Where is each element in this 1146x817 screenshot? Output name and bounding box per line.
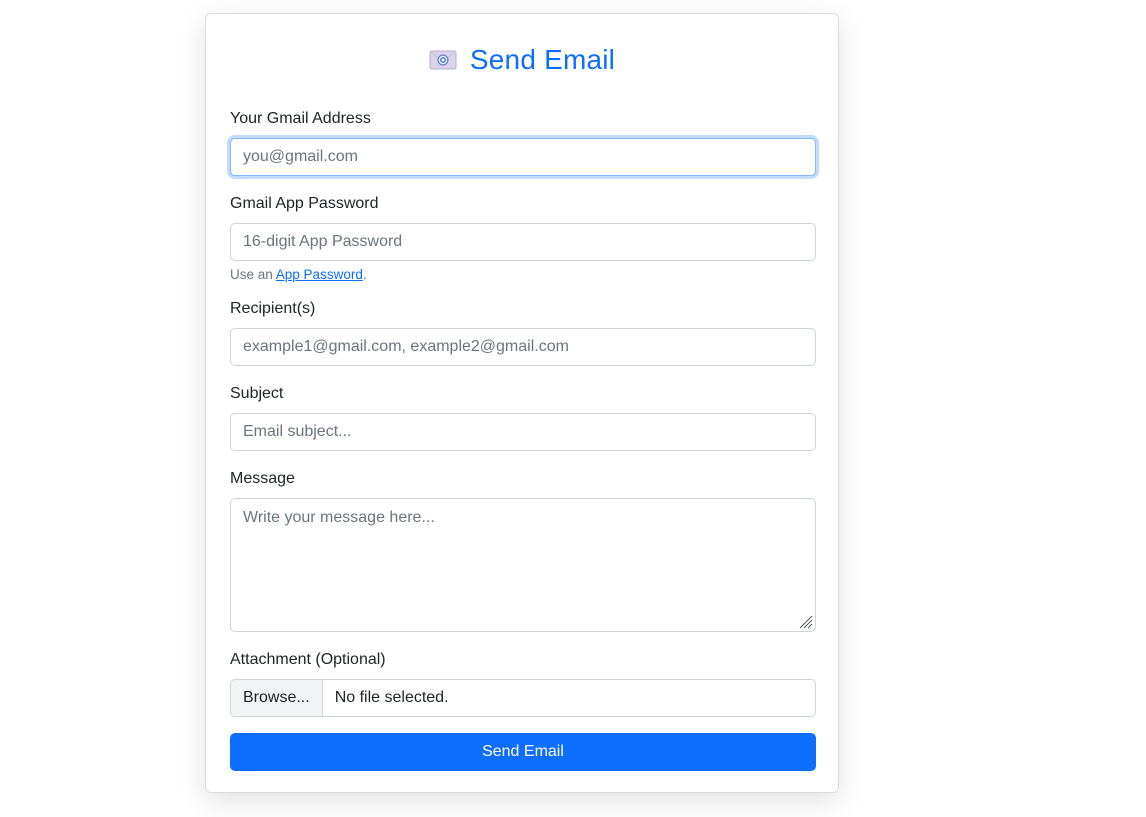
- message-wrapper: [230, 498, 816, 632]
- recipients-input[interactable]: [230, 328, 816, 366]
- send-email-card: Send Email Your Gmail Address Gmail App …: [205, 13, 839, 793]
- send-email-button[interactable]: Send Email: [230, 733, 816, 771]
- envelope-icon: [429, 49, 457, 71]
- help-prefix: Use an: [230, 267, 276, 282]
- message-textarea[interactable]: [230, 498, 816, 632]
- recipients-label: Recipient(s): [230, 300, 316, 317]
- app-password-link[interactable]: App Password: [276, 267, 363, 282]
- page-header: Send Email: [230, 41, 814, 79]
- resize-handle-icon[interactable]: [797, 613, 813, 629]
- password-field-group: Gmail App Password Use an App Password.: [230, 194, 816, 283]
- gmail-field-group: Your Gmail Address: [230, 109, 816, 176]
- message-label: Message: [230, 470, 295, 487]
- file-status: No file selected.: [334, 689, 449, 706]
- gmail-label: Your Gmail Address: [230, 110, 371, 127]
- file-input[interactable]: Browse... No file selected.: [230, 679, 816, 717]
- gmail-input[interactable]: [230, 138, 816, 176]
- attachment-label: Attachment (Optional): [230, 651, 386, 668]
- browse-button[interactable]: Browse...: [231, 680, 323, 716]
- attachment-field-group: Attachment (Optional) Browse... No file …: [230, 650, 816, 717]
- message-field-group: Message: [230, 469, 816, 632]
- help-suffix: .: [362, 267, 367, 282]
- password-input[interactable]: [230, 223, 816, 261]
- recipients-field-group: Recipient(s): [230, 299, 816, 366]
- subject-label: Subject: [230, 385, 284, 402]
- password-label: Gmail App Password: [230, 195, 379, 212]
- page-title: Send Email: [469, 44, 616, 75]
- subject-input[interactable]: [230, 413, 816, 451]
- password-help-text: Use an App Password.: [230, 267, 814, 283]
- subject-field-group: Subject: [230, 384, 816, 451]
